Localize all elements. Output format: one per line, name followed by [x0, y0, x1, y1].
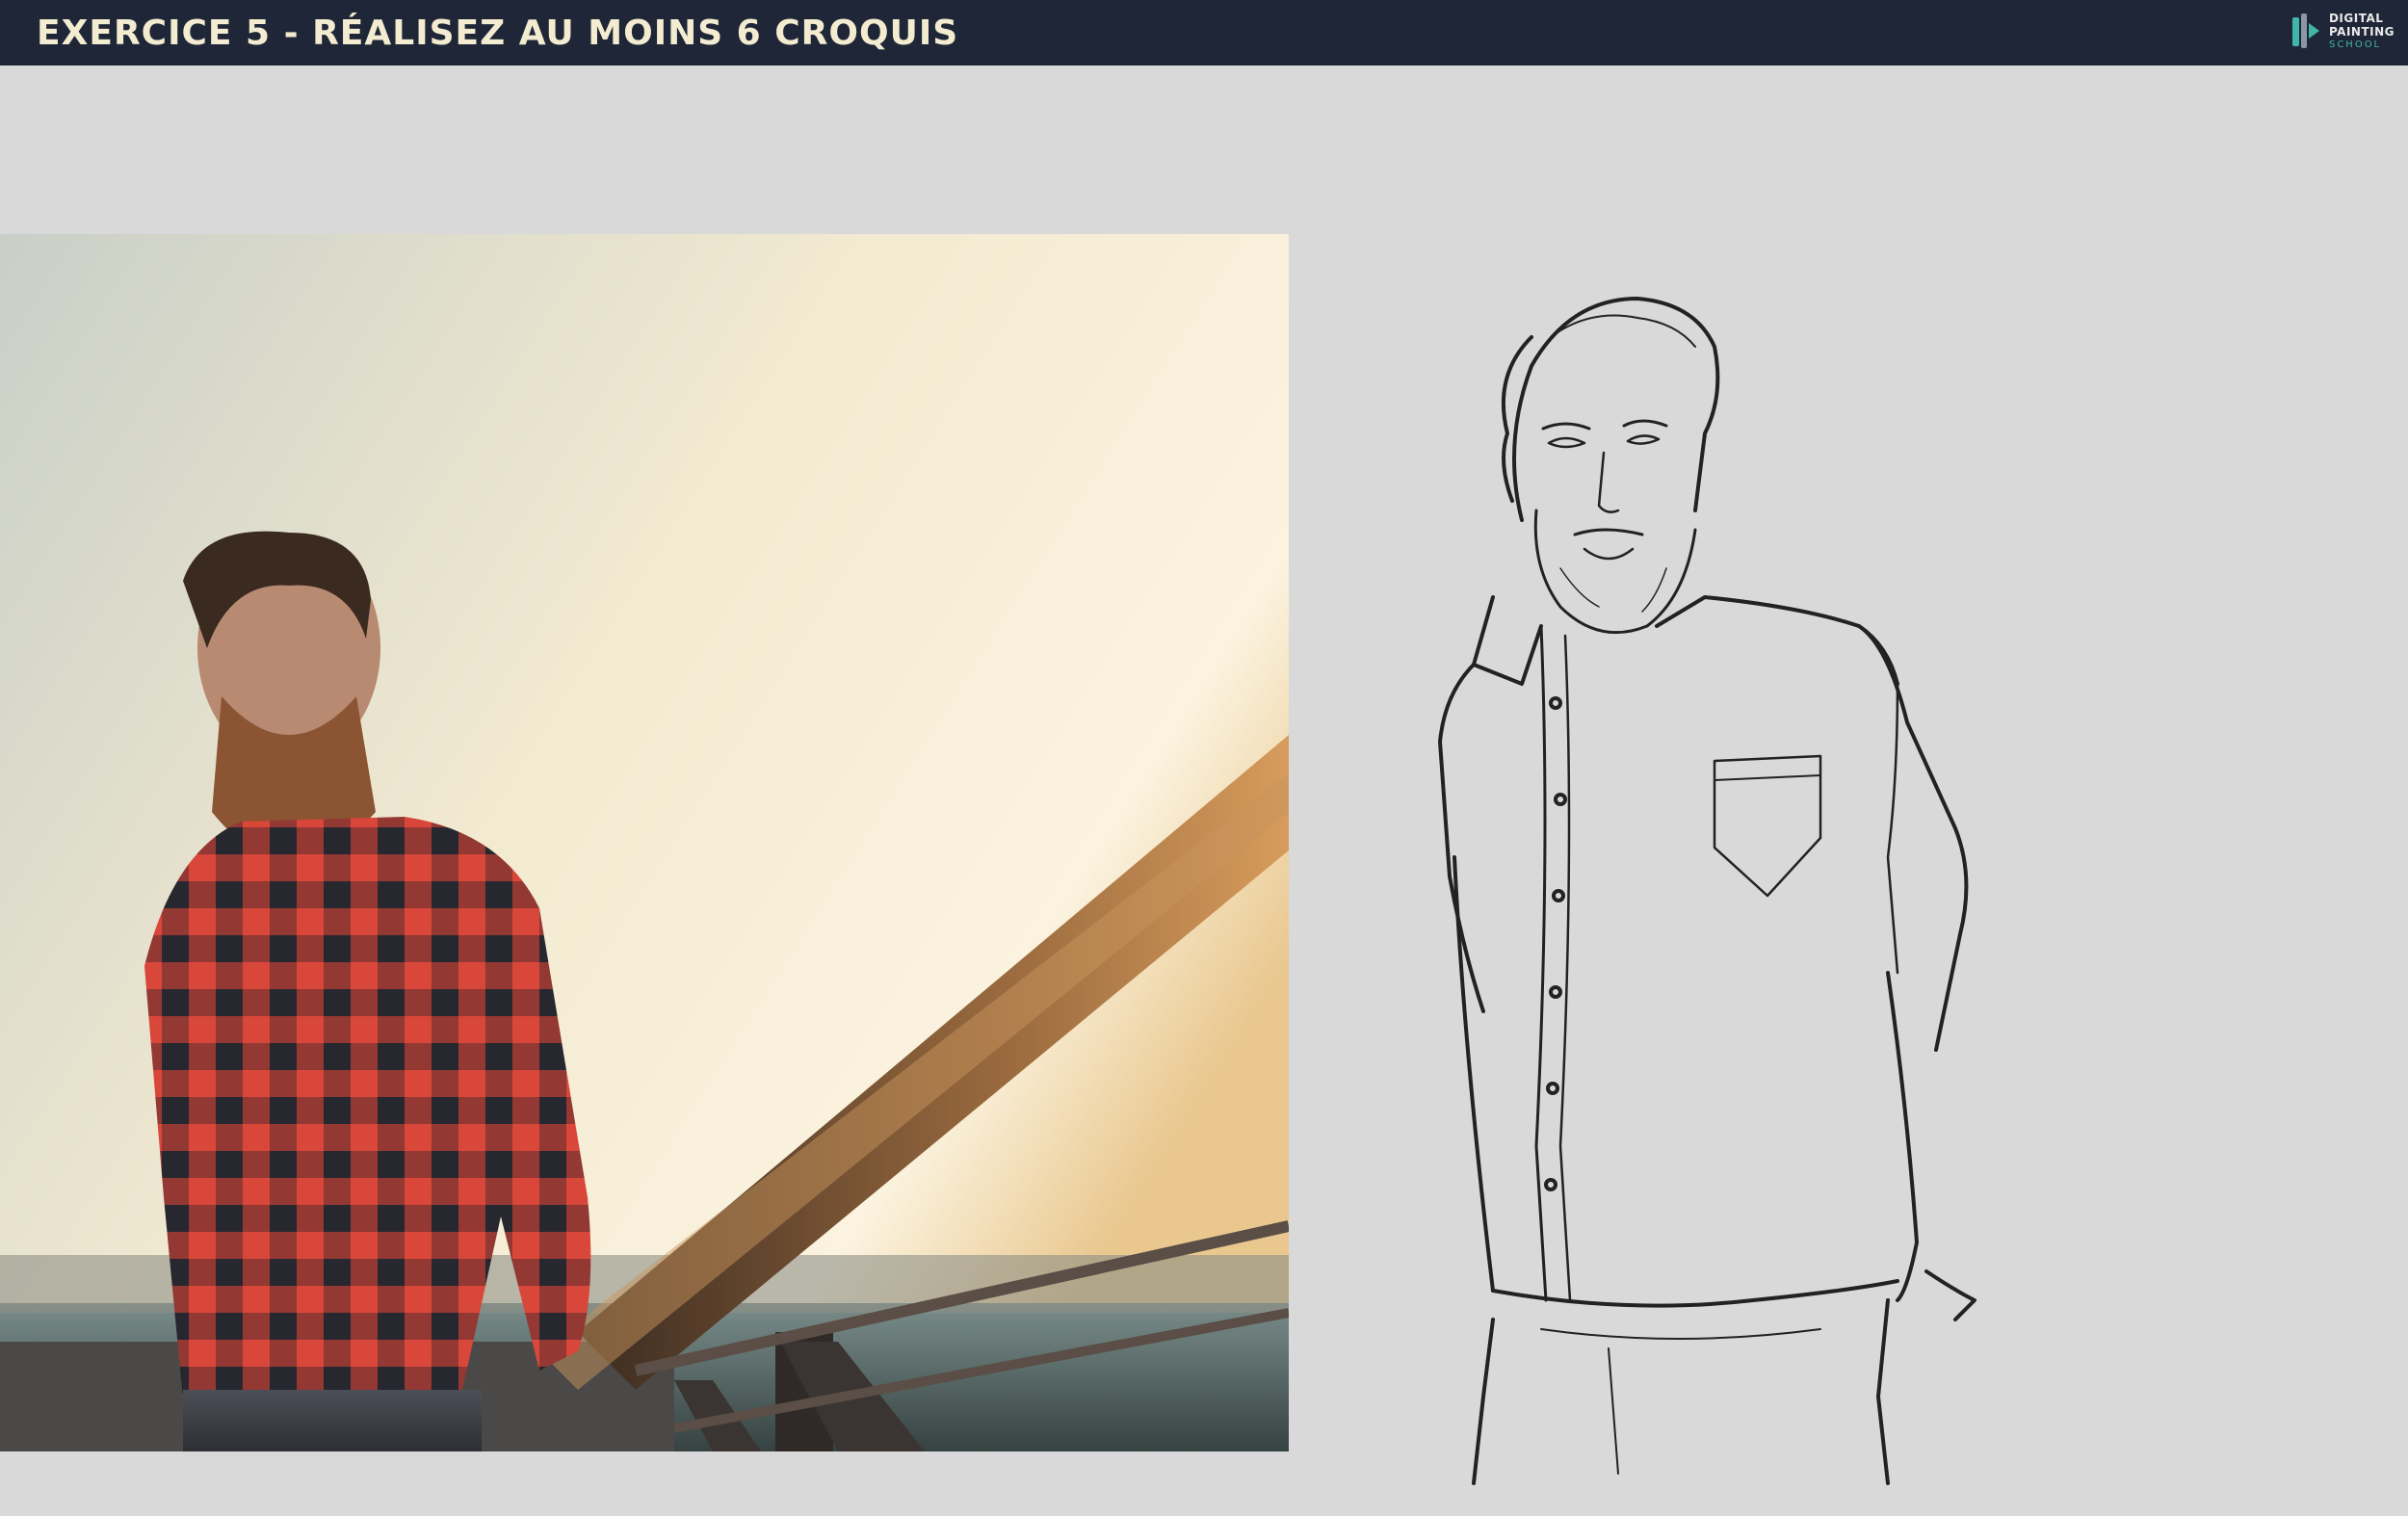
- photo-illustration: [0, 234, 1289, 1451]
- logo-line-3: SCHOOL: [2328, 39, 2382, 50]
- page-title: EXERCICE 5 - RÉALISEZ AU MOINS 6 CROQUIS: [37, 13, 959, 53]
- logo-line-2: PAINTING: [2328, 25, 2395, 39]
- header-bar: EXERCICE 5 - RÉALISEZ AU MOINS 6 CROQUIS…: [0, 0, 2408, 65]
- sketch-illustration: [1438, 297, 1976, 1485]
- line-sketch: [1435, 279, 2071, 1493]
- logo: DIGITAL PAINTING SCHOOL: [2289, 12, 2395, 52]
- reference-photo: [0, 234, 1289, 1451]
- brush-logo-icon: [2291, 13, 2319, 48]
- logo-line-1: DIGITAL: [2328, 12, 2384, 25]
